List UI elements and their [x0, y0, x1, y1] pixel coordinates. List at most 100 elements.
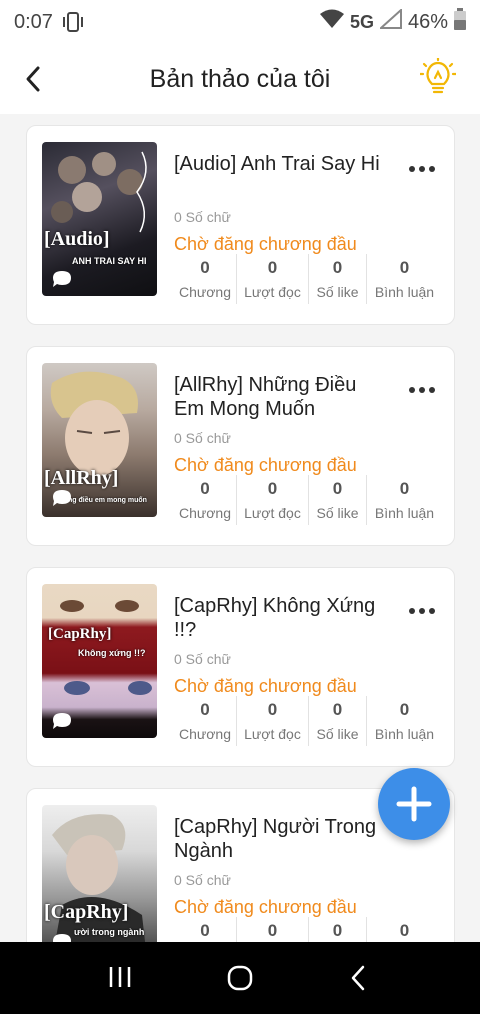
recent-apps-icon[interactable] [108, 964, 132, 995]
stat-value: 0 [267, 921, 278, 940]
stat-label: Lượt đọc [244, 505, 301, 521]
stat-comments: 0 Bình luận [366, 254, 442, 304]
battery-percent: 46% [407, 10, 448, 33]
system-nav-bar [0, 942, 480, 1014]
draft-title[interactable]: [CapRhy] Không Xứng !!? [174, 594, 384, 642]
chat-bubble-icon [52, 489, 72, 507]
draft-status: Chờ đăng chương đầu [174, 234, 357, 254]
chat-bubble-icon [52, 933, 72, 942]
more-options-icon[interactable] [408, 160, 436, 172]
stat-label: Số like [316, 284, 359, 300]
stat-label: Chương [178, 284, 232, 300]
stat-value: 0 [200, 700, 210, 719]
stat-comments: 0 Bình luận [366, 475, 442, 525]
stat-value: 0 [332, 700, 343, 719]
stat-value: 0 [332, 479, 343, 498]
draft-stats: 0 Chương 0 Lượt đọc 0 Số like 0 Bình luận [174, 696, 444, 746]
cover-tag: [CapRhy] [44, 901, 129, 923]
stat-chapters: 0 [174, 917, 236, 942]
draft-cover-image[interactable]: [Audio] ANH TRAI SAY HI [42, 142, 157, 296]
stat-reads: 0 Lượt đọc [236, 475, 308, 525]
word-count: 0 Số chữ [174, 651, 231, 667]
more-options-icon[interactable] [408, 381, 436, 393]
cover-subtitle: ười trong ngành [74, 927, 145, 937]
chat-bubble-icon [52, 270, 72, 288]
cover-subtitle: ANH TRAI SAY HI [72, 256, 147, 266]
word-count: 0 Số chữ [174, 209, 231, 225]
stat-value: 0 [267, 700, 278, 719]
stat-value: 0 [200, 479, 210, 498]
stat-value: 0 [399, 258, 410, 277]
stat-reads: 0 Lượt đọc [236, 696, 308, 746]
stat-value: 0 [267, 258, 278, 277]
stat-likes: 0 Số like [308, 475, 366, 525]
stat-likes: 0 [308, 917, 366, 942]
stat-label: Số like [316, 505, 359, 521]
draft-card[interactable]: [AllRhy] ng điều em mong muốn [AllRhy] N… [26, 346, 455, 546]
plus-icon [394, 784, 434, 829]
stat-value: 0 [332, 258, 343, 277]
stat-chapters: 0 Chương [174, 254, 236, 304]
network-type: 5G [349, 11, 374, 32]
stat-label: Chương [178, 726, 232, 742]
stat-label: Bình luận [374, 284, 435, 300]
draft-cover-image[interactable]: [AllRhy] ng điều em mong muốn [42, 363, 157, 517]
stat-label: Lượt đọc [244, 284, 301, 300]
battery-icon [454, 8, 466, 36]
draft-status: Chờ đăng chương đầu [174, 676, 357, 696]
vibrate-icon [61, 11, 85, 33]
stat-label: Bình luận [374, 505, 435, 521]
stat-likes: 0 Số like [308, 254, 366, 304]
draft-stats: 0 Chương 0 Lượt đọc 0 Số like 0 Bình luận [174, 254, 444, 304]
add-draft-button[interactable] [378, 768, 450, 840]
status-time: 0:07 [14, 10, 53, 33]
stat-value: 0 [399, 479, 410, 498]
draft-status: Chờ đăng chương đầu [174, 897, 357, 917]
stat-label: Lượt đọc [244, 726, 301, 742]
draft-cover-image[interactable]: [CapRhy] Không xứng !!? [42, 584, 157, 738]
draft-title[interactable]: [Audio] Anh Trai Say Hi [174, 152, 384, 176]
lightbulb-icon[interactable] [418, 56, 458, 98]
stat-value: 0 [332, 921, 343, 940]
stat-value: 0 [200, 921, 210, 940]
signal-icon [378, 7, 402, 35]
stat-label: Số like [316, 726, 359, 742]
stat-likes: 0 Số like [308, 696, 366, 746]
cover-subtitle: Không xứng !!? [78, 648, 146, 658]
page-title: Bản thảo của tôi [149, 64, 331, 93]
draft-cover-image[interactable]: [CapRhy] ười trong ngành [42, 805, 157, 942]
stat-label: Bình luận [374, 726, 435, 742]
word-count: 0 Số chữ [174, 872, 231, 888]
cover-tag: [Audio] [44, 228, 110, 250]
stat-value: 0 [399, 700, 410, 719]
draft-card[interactable]: [CapRhy] Không xứng !!? [CapRhy] Không X… [26, 567, 455, 767]
draft-stats: 0 0 0 0 [174, 917, 444, 942]
back-arrow-icon[interactable] [22, 64, 46, 94]
back-nav-icon[interactable] [348, 964, 368, 997]
cover-tag: [CapRhy] [48, 626, 112, 642]
stat-reads: 0 [236, 917, 308, 942]
draft-card[interactable]: [Audio] ANH TRAI SAY HI [Audio] Anh Trai… [26, 125, 455, 325]
status-bar: 0:07 5G 46% [0, 0, 480, 44]
cover-subtitle: ng điều em mong muốn [68, 497, 147, 504]
app-header: Bản thảo của tôi [0, 44, 480, 114]
stat-chapters: 0 Chương [174, 696, 236, 746]
stat-reads: 0 Lượt đọc [236, 254, 308, 304]
stat-value: 0 [267, 479, 278, 498]
stat-comments: 0 [366, 917, 442, 942]
stat-label: Chương [178, 505, 232, 521]
home-icon[interactable] [226, 964, 254, 997]
draft-stats: 0 Chương 0 Lượt đọc 0 Số like 0 Bình luận [174, 475, 444, 525]
cover-tag: [AllRhy] [44, 467, 119, 489]
chat-bubble-icon [52, 712, 72, 730]
wifi-icon [319, 9, 344, 35]
draft-status: Chờ đăng chương đầu [174, 455, 357, 475]
draft-title[interactable]: [AllRhy] Những Điều Em Mong Muốn [174, 373, 384, 421]
stat-value: 0 [399, 921, 410, 940]
stat-value: 0 [200, 258, 210, 277]
stat-chapters: 0 Chương [174, 475, 236, 525]
stat-comments: 0 Bình luận [366, 696, 442, 746]
more-options-icon[interactable] [408, 602, 436, 614]
draft-title[interactable]: [CapRhy] Người Trong Ngành [174, 815, 389, 863]
word-count: 0 Số chữ [174, 430, 231, 446]
